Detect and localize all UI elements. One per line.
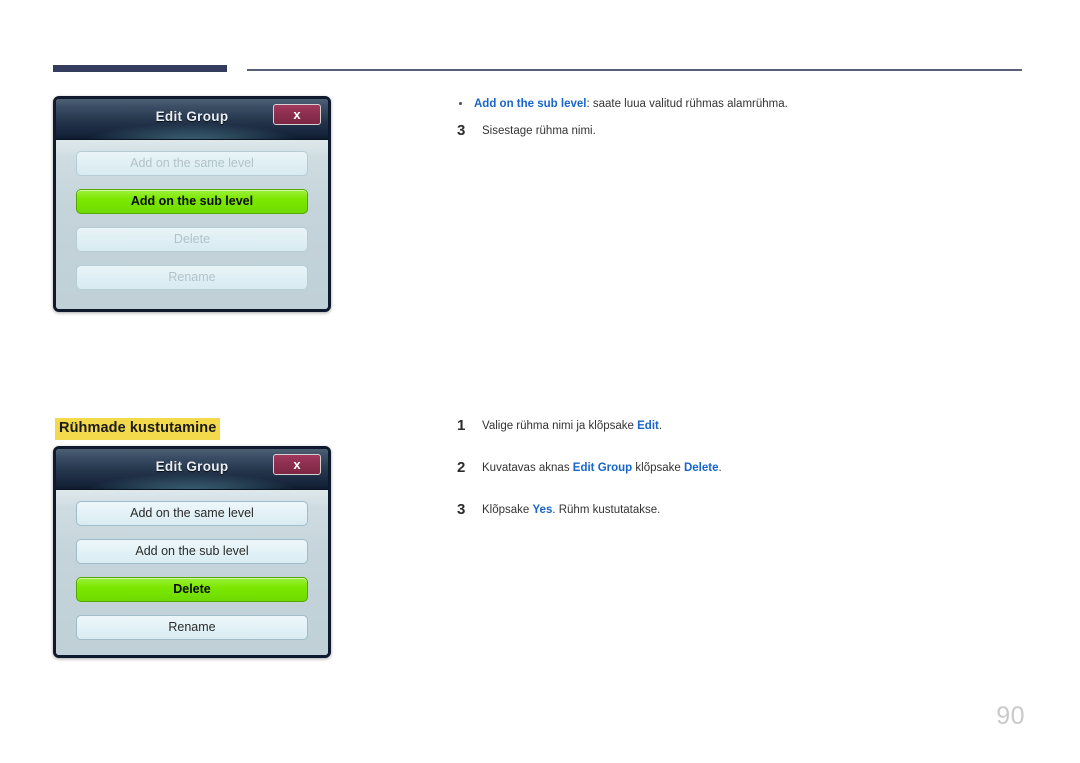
- bullet-term: Add on the sub level: [474, 98, 587, 110]
- button-delete[interactable]: Delete: [76, 577, 308, 602]
- button-add-on-the-sub-level[interactable]: Add on the sub level: [76, 189, 308, 214]
- dialog-body: Add on the same level Add on the sub lev…: [56, 490, 328, 655]
- button-add-on-the-same-level[interactable]: Add on the same level: [76, 151, 308, 176]
- bullet-description: : saate luua valitud rühmas alamrühma.: [586, 98, 788, 110]
- step-text-post: .: [718, 462, 722, 474]
- edit-group-dialog-add-sub-level: Edit Group x Add on the same level Add o…: [53, 96, 331, 312]
- step-emphasis-1: Edit: [637, 420, 659, 432]
- header-rule-thin: [247, 69, 1022, 71]
- button-rename[interactable]: Rename: [76, 265, 308, 290]
- step-text-post: . Rühm kustutatakse.: [552, 504, 661, 516]
- button-add-on-the-same-level[interactable]: Add on the same level: [76, 501, 308, 526]
- step-item-2: 2 Kuvatavas aknas Edit Group klõpsake De…: [452, 459, 1022, 478]
- step-emphasis-1: Edit Group: [572, 462, 633, 474]
- section-heading-delete-groups: Rühmade kustutamine: [55, 418, 221, 440]
- dialog-body: Add on the same level Add on the sub lev…: [56, 140, 328, 309]
- step-text-mid: klõpsake: [632, 462, 684, 474]
- bullet-item-add-sub-level: Add on the sub level: saate luua valitud…: [452, 96, 1022, 113]
- step-number: 2: [457, 459, 466, 476]
- step-text-post: .: [658, 420, 663, 432]
- step-emphasis-2: Delete: [683, 462, 719, 474]
- bullet-dot-icon: [459, 102, 462, 105]
- dialog-titlebar: Edit Group x: [56, 99, 328, 140]
- step-text-pre: Kuvatavas aknas: [482, 462, 573, 474]
- button-add-on-the-sub-level[interactable]: Add on the sub level: [76, 539, 308, 564]
- step-emphasis-1: Yes: [532, 504, 553, 516]
- edit-group-dialog-delete: Edit Group x Add on the same level Add o…: [53, 446, 331, 658]
- step-number: 3: [457, 121, 466, 139]
- step-number: 3: [457, 501, 466, 518]
- step-item-3: 3 Klõpsake Yes. Rühm kustutatakse.: [452, 501, 1022, 520]
- step-item-1: 1 Valige rühma nimi ja klõpsake Edit.: [452, 417, 1022, 436]
- page-number: 90: [996, 702, 1025, 730]
- step-item-3-upper: 3 Sisestage rühma nimi.: [452, 121, 1022, 141]
- close-icon[interactable]: x: [273, 454, 321, 475]
- button-delete[interactable]: Delete: [76, 227, 308, 252]
- button-rename[interactable]: Rename: [76, 615, 308, 640]
- dialog-titlebar: Edit Group x: [56, 449, 328, 490]
- step-text: Sisestage rühma nimi.: [482, 124, 596, 137]
- lower-instructions: 1 Valige rühma nimi ja klõpsake Edit. 2 …: [452, 417, 1022, 544]
- step-text-pre: Klõpsake: [482, 504, 533, 516]
- step-text-pre: Valige rühma nimi ja klõpsake: [482, 420, 638, 432]
- upper-instructions: Add on the sub level: saate luua valitud…: [452, 96, 1022, 141]
- header-rule-thick: [53, 65, 227, 72]
- close-icon[interactable]: x: [273, 104, 321, 125]
- step-number: 1: [457, 417, 466, 434]
